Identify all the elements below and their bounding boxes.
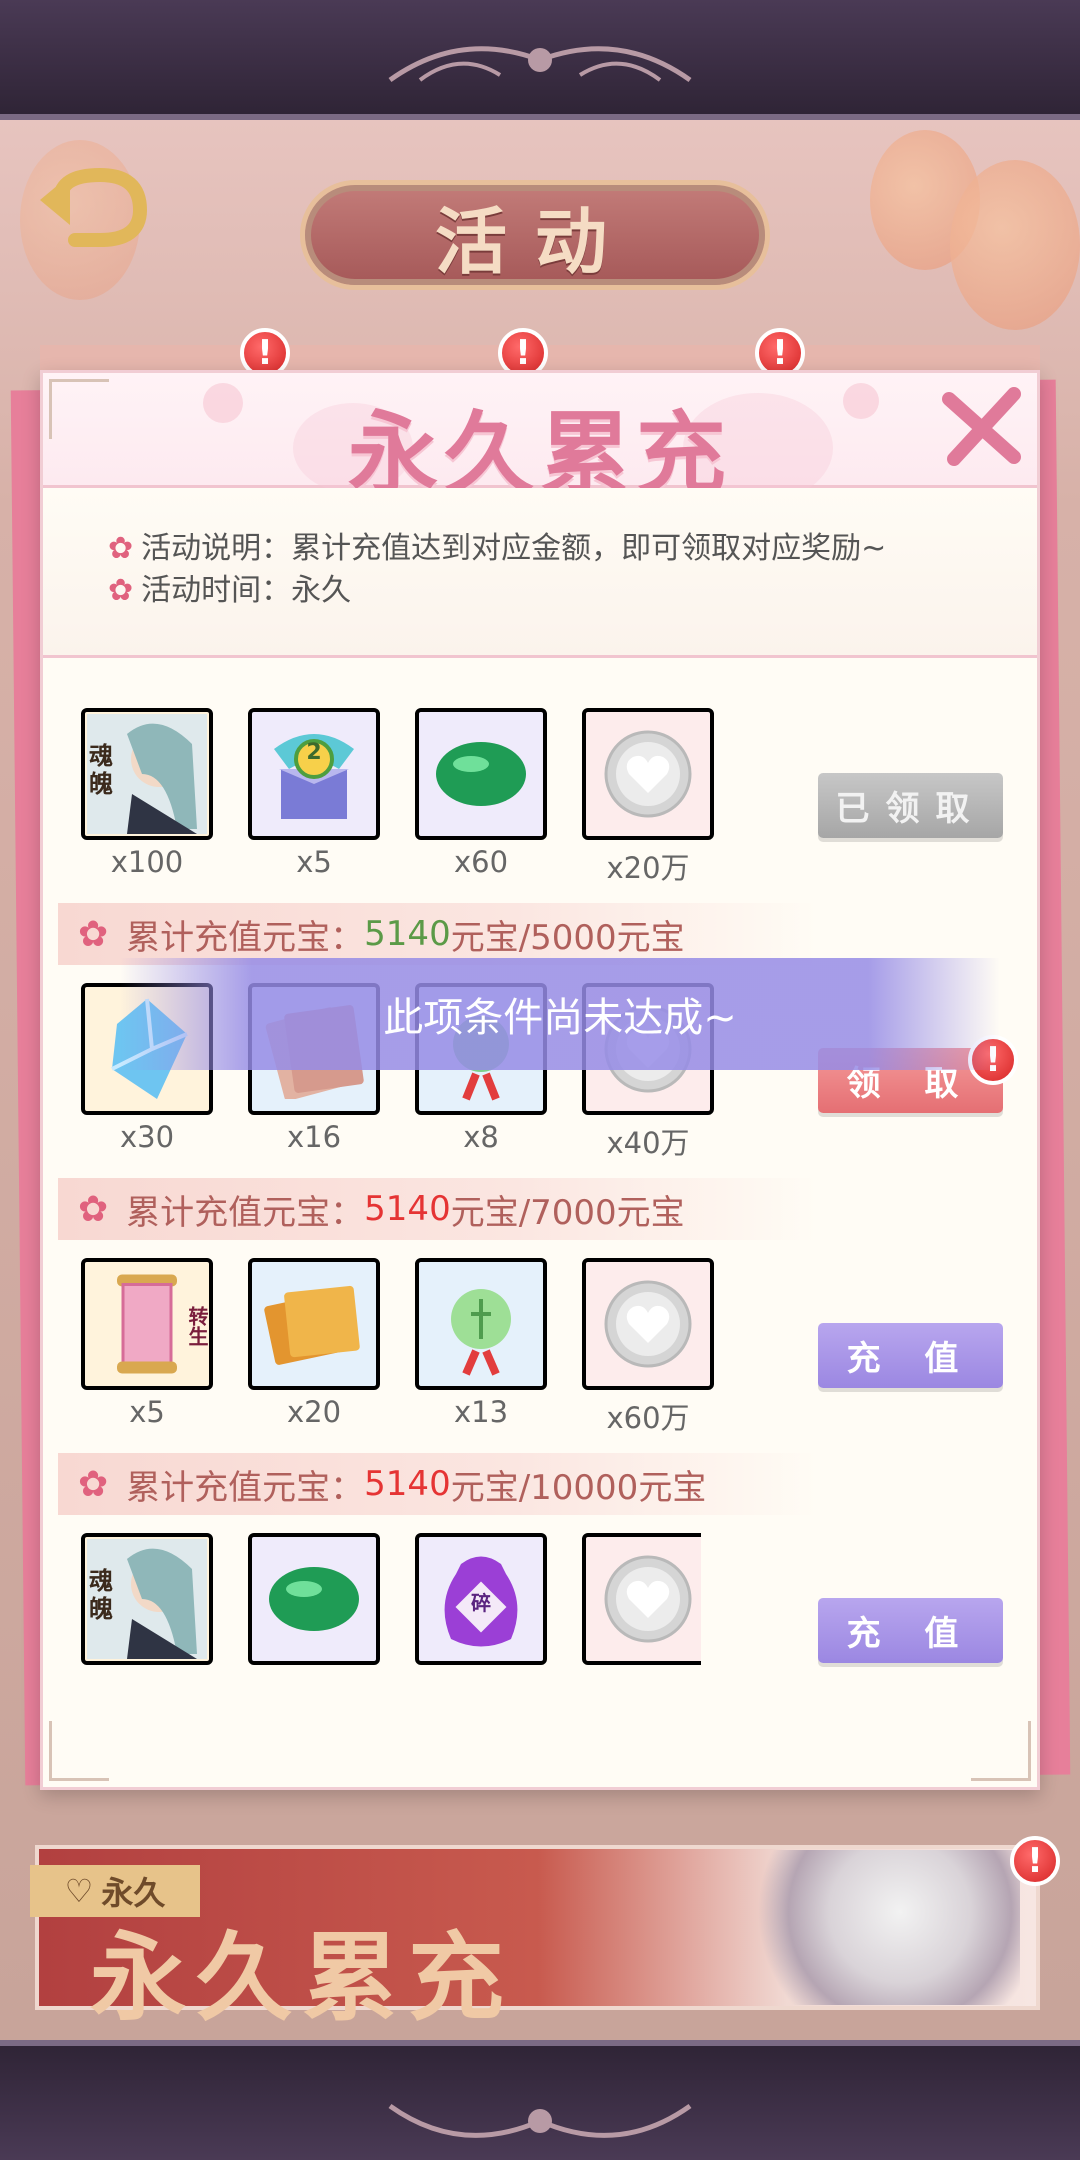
gift-box-icon: 2 xyxy=(248,708,380,840)
claimed-button[interactable]: 已领取 xyxy=(818,773,1003,838)
reward-item[interactable]: x20 xyxy=(248,1258,380,1429)
close-button[interactable] xyxy=(934,379,1029,474)
reward-item[interactable]: 魂魄 x100 xyxy=(81,708,213,879)
jade-stone-icon xyxy=(248,1533,380,1665)
activity-description: ✿ 活动说明：累计充值达到对应金额，即可领取对应奖励~ ✿ 活动时间：永久 xyxy=(43,488,1037,658)
top-ornament-icon xyxy=(388,46,692,83)
recharge-button[interactable]: 充 值 xyxy=(818,1323,1003,1388)
reward-item[interactable]: x13 xyxy=(415,1258,547,1429)
alert-badge-icon: ! xyxy=(1010,1836,1060,1886)
flower-icon: ✿ xyxy=(78,913,109,955)
reward-item[interactable]: x20万 xyxy=(582,708,714,887)
page-title: 活动 xyxy=(434,198,635,284)
reward-item[interactable] xyxy=(582,1533,701,1665)
condition-bar: ✿ 累计充值元宝： 5140 元宝/7000元宝 xyxy=(58,1178,818,1240)
bottom-bar xyxy=(0,2040,1080,2160)
recharge-button[interactable]: 充 值 xyxy=(818,1598,1003,1663)
silver-coin-icon xyxy=(582,708,714,840)
banner-title: 永久累充 xyxy=(90,1921,514,2034)
flower-icon: ✿ xyxy=(78,1463,109,1505)
flower-icon: ✿ xyxy=(108,531,134,566)
soul-card-icon: 魂魄 xyxy=(81,1533,213,1665)
reward-item[interactable]: 魂魄 xyxy=(81,1533,213,1665)
popup-header: 永久累充 xyxy=(43,373,1037,507)
jade-pendant-icon xyxy=(415,1258,547,1390)
reward-item[interactable]: x60万 xyxy=(582,1258,714,1437)
activity-title-plate: 活动 xyxy=(300,180,770,290)
condition-not-met-toast: 此项条件尚未达成~ xyxy=(120,958,1000,1070)
silver-coin-icon xyxy=(582,1258,714,1390)
reward-item[interactable]: 2 x5 xyxy=(248,708,380,879)
corner-decoration xyxy=(49,379,109,439)
rebirth-scroll-icon: 转生 xyxy=(81,1258,213,1390)
fragment-bag-icon: 碎 xyxy=(415,1533,547,1665)
reward-item[interactable]: 碎 xyxy=(415,1533,547,1665)
character-art xyxy=(720,1850,1020,2005)
gold-book-icon xyxy=(248,1258,380,1390)
reward-row: 魂魄 碎 xyxy=(81,1533,701,1668)
recharge-popup: 永久累充 ✿ 活动说明：累计充值达到对应金额，即可领取对应奖励~ ✿ 活动时间：永久… xyxy=(40,370,1040,1790)
activity-time-text: 活动时间：永久 xyxy=(141,573,352,608)
back-button[interactable] xyxy=(30,155,150,255)
reward-item[interactable]: x60 xyxy=(415,708,547,879)
reward-row: 魂魄 x100 2 x5 x60 x20万 xyxy=(81,708,714,885)
flower-icon: ✿ xyxy=(108,573,134,608)
reward-row: 转生 x5 x20 x13 x60万 xyxy=(81,1258,714,1435)
corner-decoration xyxy=(49,1721,109,1781)
bottom-ornament-icon xyxy=(388,2103,692,2138)
corner-decoration xyxy=(971,1721,1031,1781)
reward-item[interactable] xyxy=(248,1533,380,1665)
top-bar xyxy=(0,0,1080,120)
flower-icon: ✿ xyxy=(78,1188,109,1230)
reward-item[interactable]: 转生 x5 xyxy=(81,1258,213,1429)
condition-bar: ✿ 累计充值元宝： 5140 元宝/10000元宝 xyxy=(58,1453,818,1515)
silver-coin-icon xyxy=(582,1533,701,1665)
condition-bar: ✿ 累计充值元宝： 5140 元宝/5000元宝 xyxy=(58,903,818,965)
soul-card-icon: 魂魄 xyxy=(81,708,213,840)
description-text: 活动说明：累计充值达到对应金额，即可领取对应奖励~ xyxy=(141,531,887,566)
jade-stone-icon xyxy=(415,708,547,840)
